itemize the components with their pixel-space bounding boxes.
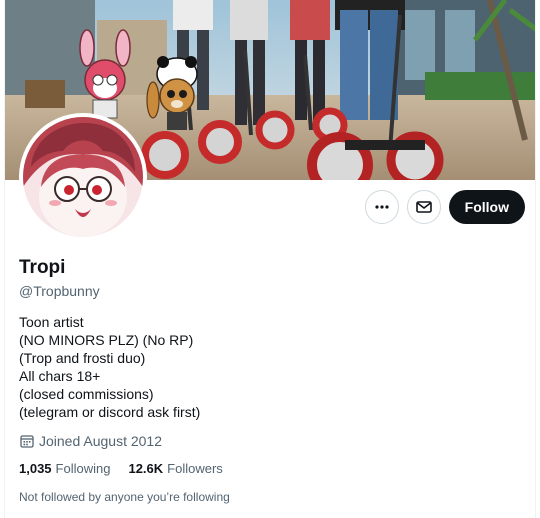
profile-info: Tropi @Tropbunny Toon artist (NO MINORS … bbox=[19, 256, 519, 505]
profile-actions: Follow bbox=[364, 190, 525, 224]
user-handle: @Tropbunny bbox=[19, 283, 100, 299]
avatar-image bbox=[23, 117, 143, 237]
following-label: Following bbox=[55, 461, 111, 476]
avatar-frame[interactable] bbox=[19, 113, 147, 241]
avatar[interactable] bbox=[23, 117, 143, 237]
more-icon bbox=[375, 205, 389, 209]
followers-link[interactable]: 12.6K Followers bbox=[128, 460, 222, 478]
bio-line: (closed commissions) bbox=[19, 386, 154, 402]
profile-frame: Follow Tropi @Tropbunny Toon artist (NO … bbox=[4, 0, 536, 518]
bio-line: Toon artist bbox=[19, 314, 84, 330]
join-date: Joined August 2012 bbox=[19, 431, 519, 451]
bio-line: (NO MINORS PLZ) (No RP) bbox=[19, 332, 194, 348]
message-button[interactable] bbox=[406, 190, 441, 224]
envelope-icon bbox=[415, 201, 432, 213]
bio-line: (Trop and frosti duo) bbox=[19, 350, 146, 366]
more-button[interactable] bbox=[364, 190, 399, 224]
followers-count: 12.6K bbox=[128, 461, 164, 476]
following-link[interactable]: 1,035 Following bbox=[19, 460, 110, 478]
follow-button[interactable]: Follow bbox=[448, 190, 525, 224]
bio: Toon artist (NO MINORS PLZ) (No RP) (Tro… bbox=[19, 313, 519, 421]
followers-label: Followers bbox=[167, 461, 223, 476]
bio-line: (telegram or discord ask first) bbox=[19, 404, 201, 420]
calendar-icon bbox=[20, 435, 34, 448]
bio-line: All chars 18+ bbox=[19, 368, 101, 384]
follow-stats: 1,035 Following 12.6K Followers bbox=[19, 460, 519, 478]
join-date-text: Joined August 2012 bbox=[39, 433, 162, 449]
followed-by-note: Not followed by anyone you’re following bbox=[19, 490, 230, 504]
display-name: Tropi bbox=[19, 257, 66, 278]
following-count: 1,035 bbox=[19, 461, 52, 476]
